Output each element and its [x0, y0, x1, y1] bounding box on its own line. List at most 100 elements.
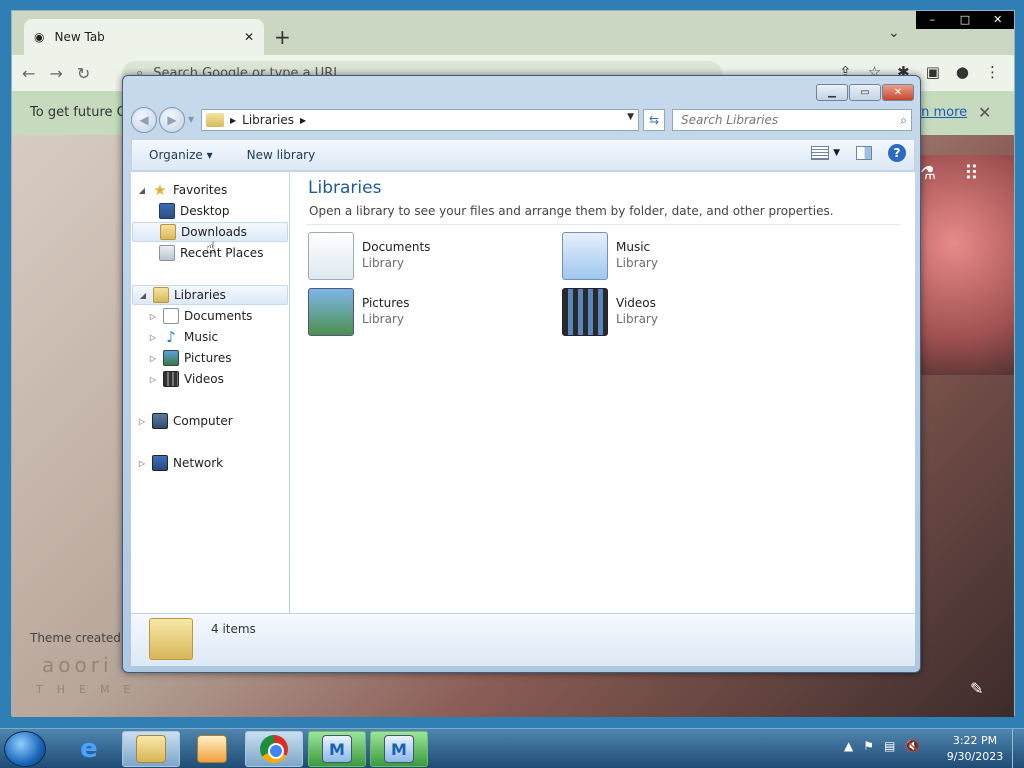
- tab-title: New Tab: [54, 30, 105, 44]
- network-icon: [152, 455, 168, 471]
- explorer-window-controls: ▁ ▭ ✕: [816, 84, 914, 101]
- nav-desktop[interactable]: Desktop: [159, 201, 230, 221]
- nav-computer-label: Computer: [173, 414, 233, 428]
- navigation-bar: ◀ ▶ ▼ ▶ Libraries ▶ ▼ ⇆ Search Libraries…: [131, 107, 915, 133]
- expand-arrow-icon[interactable]: ◢: [137, 186, 147, 195]
- explorer-restore-button[interactable]: ▭: [849, 84, 881, 101]
- nav-network[interactable]: ▷ Network: [137, 453, 223, 473]
- system-tray: ▲ ⚑ ▤ 🔇: [844, 739, 920, 753]
- theme-sub: THEME: [36, 683, 145, 696]
- expand-arrow-icon[interactable]: ▷: [148, 375, 158, 384]
- media-player-icon: [197, 735, 227, 763]
- nav-favorites-label: Favorites: [173, 183, 228, 197]
- theme-credit[interactable]: Theme created b: [30, 631, 132, 645]
- forward-button[interactable]: ▶: [159, 107, 185, 133]
- labs-flask-icon[interactable]: ⚗: [920, 163, 936, 184]
- system-clock[interactable]: 3:22 PM 9/30/2023: [940, 733, 1010, 765]
- address-bar[interactable]: ▶ Libraries ▶ ▼: [201, 109, 639, 131]
- expand-arrow-icon[interactable]: ▷: [148, 354, 158, 363]
- organize-button[interactable]: Organize ▾: [132, 148, 230, 162]
- nav-music[interactable]: ▷ ♪ Music: [148, 327, 218, 347]
- breadcrumb-libraries[interactable]: Libraries: [242, 113, 294, 127]
- minimize-button[interactable]: –: [916, 11, 949, 29]
- library-name: Pictures: [362, 296, 410, 310]
- search-input[interactable]: Search Libraries ⌕: [672, 109, 912, 131]
- refresh-button[interactable]: ⇆: [643, 109, 665, 131]
- expand-arrow-icon[interactable]: ▷: [137, 417, 147, 426]
- videos-library-icon: [562, 288, 608, 336]
- explorer-window: ▁ ▭ ✕ ◀ ▶ ▼ ▶ Libraries ▶ ▼ ⇆ Search Lib…: [122, 75, 921, 673]
- nav-pictures[interactable]: ▷ Pictures: [148, 348, 232, 368]
- libraries-icon: [153, 287, 169, 303]
- new-tab-button[interactable]: +: [274, 25, 291, 49]
- maximize-button[interactable]: □: [949, 11, 982, 29]
- help-icon[interactable]: ?: [888, 144, 906, 162]
- start-button[interactable]: [4, 731, 46, 767]
- info-close-icon[interactable]: ✕: [978, 91, 991, 135]
- chrome-tab-new-tab[interactable]: ◉ New Tab ✕: [24, 19, 264, 55]
- page-subtitle: Open a library to see your files and arr…: [309, 204, 834, 218]
- nav-videos[interactable]: ▷ Videos: [148, 369, 224, 389]
- explorer-close-button[interactable]: ✕: [882, 84, 914, 101]
- profile-icon[interactable]: ●: [956, 63, 969, 81]
- downloads-folder-icon: [160, 224, 176, 240]
- show-hidden-icons-icon[interactable]: ▲: [844, 739, 853, 753]
- favorites-star-icon: ★: [153, 181, 167, 199]
- computer-icon: [152, 413, 168, 429]
- back-icon[interactable]: ←: [22, 64, 35, 83]
- library-item-documents[interactable]: Documents Library: [308, 232, 548, 288]
- tab-close-icon[interactable]: ✕: [244, 30, 254, 44]
- side-panel-icon[interactable]: ▣: [926, 63, 940, 81]
- search-icon[interactable]: ⌕: [900, 110, 907, 130]
- music-note-icon: ♪: [166, 328, 176, 346]
- learn-more-link[interactable]: rn more: [916, 91, 967, 135]
- taskbar-ie[interactable]: e: [60, 731, 118, 767]
- nav-documents-label: Documents: [184, 309, 253, 323]
- library-item-videos[interactable]: Videos Library: [562, 288, 802, 344]
- expand-arrow-icon[interactable]: ◢: [138, 291, 148, 300]
- chrome-tabstrip: ◉ New Tab ✕ + ⌄ – □ ✕: [12, 11, 1014, 55]
- library-item-music[interactable]: Music Library: [562, 232, 802, 288]
- tab-search-button[interactable]: ⌄: [888, 25, 900, 41]
- show-desktop-button[interactable]: [1012, 729, 1024, 768]
- command-bar-right: ▼ ?: [811, 144, 906, 162]
- breadcrumb-arrow-icon[interactable]: ▶: [230, 116, 236, 125]
- taskbar-explorer[interactable]: [122, 731, 180, 767]
- nav-documents[interactable]: ▷ Documents: [148, 306, 252, 326]
- taskbar-malwarebytes-1[interactable]: M: [308, 731, 366, 767]
- apps-grid-icon[interactable]: ⠿: [964, 161, 979, 185]
- forward-icon[interactable]: →: [49, 64, 62, 83]
- expand-arrow-icon[interactable]: ▷: [137, 459, 147, 468]
- customize-pencil-icon[interactable]: ✎: [970, 679, 983, 698]
- nav-pictures-label: Pictures: [184, 351, 232, 365]
- recent-pages-chevron-icon[interactable]: ▼: [188, 115, 194, 124]
- breadcrumb-arrow-icon[interactable]: ▶: [300, 116, 306, 125]
- address-dropdown-icon[interactable]: ▼: [627, 112, 634, 122]
- expand-arrow-icon[interactable]: ▷: [148, 312, 158, 321]
- explorer-minimize-button[interactable]: ▁: [816, 84, 848, 101]
- close-button[interactable]: ✕: [981, 11, 1014, 29]
- library-type: Library: [362, 312, 404, 326]
- malwarebytes-icon: M: [322, 735, 352, 763]
- nav-libraries[interactable]: ◢ Libraries: [132, 285, 288, 305]
- network-status-icon[interactable]: ▤: [884, 739, 895, 753]
- content-pane: Libraries Open a library to see your fil…: [290, 172, 915, 613]
- menu-icon[interactable]: ⋮: [985, 63, 1000, 81]
- library-item-pictures[interactable]: Pictures Library: [308, 288, 548, 344]
- nav-downloads-label: Downloads: [181, 225, 247, 239]
- taskbar-media-player[interactable]: [183, 731, 241, 767]
- documents-library-icon: [308, 232, 354, 280]
- nav-favorites[interactable]: ◢ ★ Favorites: [137, 180, 227, 200]
- back-button[interactable]: ◀: [131, 107, 157, 133]
- change-view-button[interactable]: ▼: [811, 146, 840, 160]
- taskbar-chrome[interactable]: [245, 731, 303, 767]
- chrome-logo-icon: ◉: [34, 30, 45, 44]
- preview-pane-icon[interactable]: [856, 146, 872, 160]
- expand-arrow-icon[interactable]: ▷: [148, 333, 158, 342]
- action-center-flag-icon[interactable]: ⚑: [863, 739, 874, 753]
- taskbar-malwarebytes-2[interactable]: M: [370, 731, 428, 767]
- new-library-button[interactable]: New library: [230, 148, 333, 162]
- reload-icon[interactable]: ↻: [77, 64, 90, 83]
- nav-computer[interactable]: ▷ Computer: [137, 411, 233, 431]
- volume-muted-icon[interactable]: 🔇: [905, 739, 920, 753]
